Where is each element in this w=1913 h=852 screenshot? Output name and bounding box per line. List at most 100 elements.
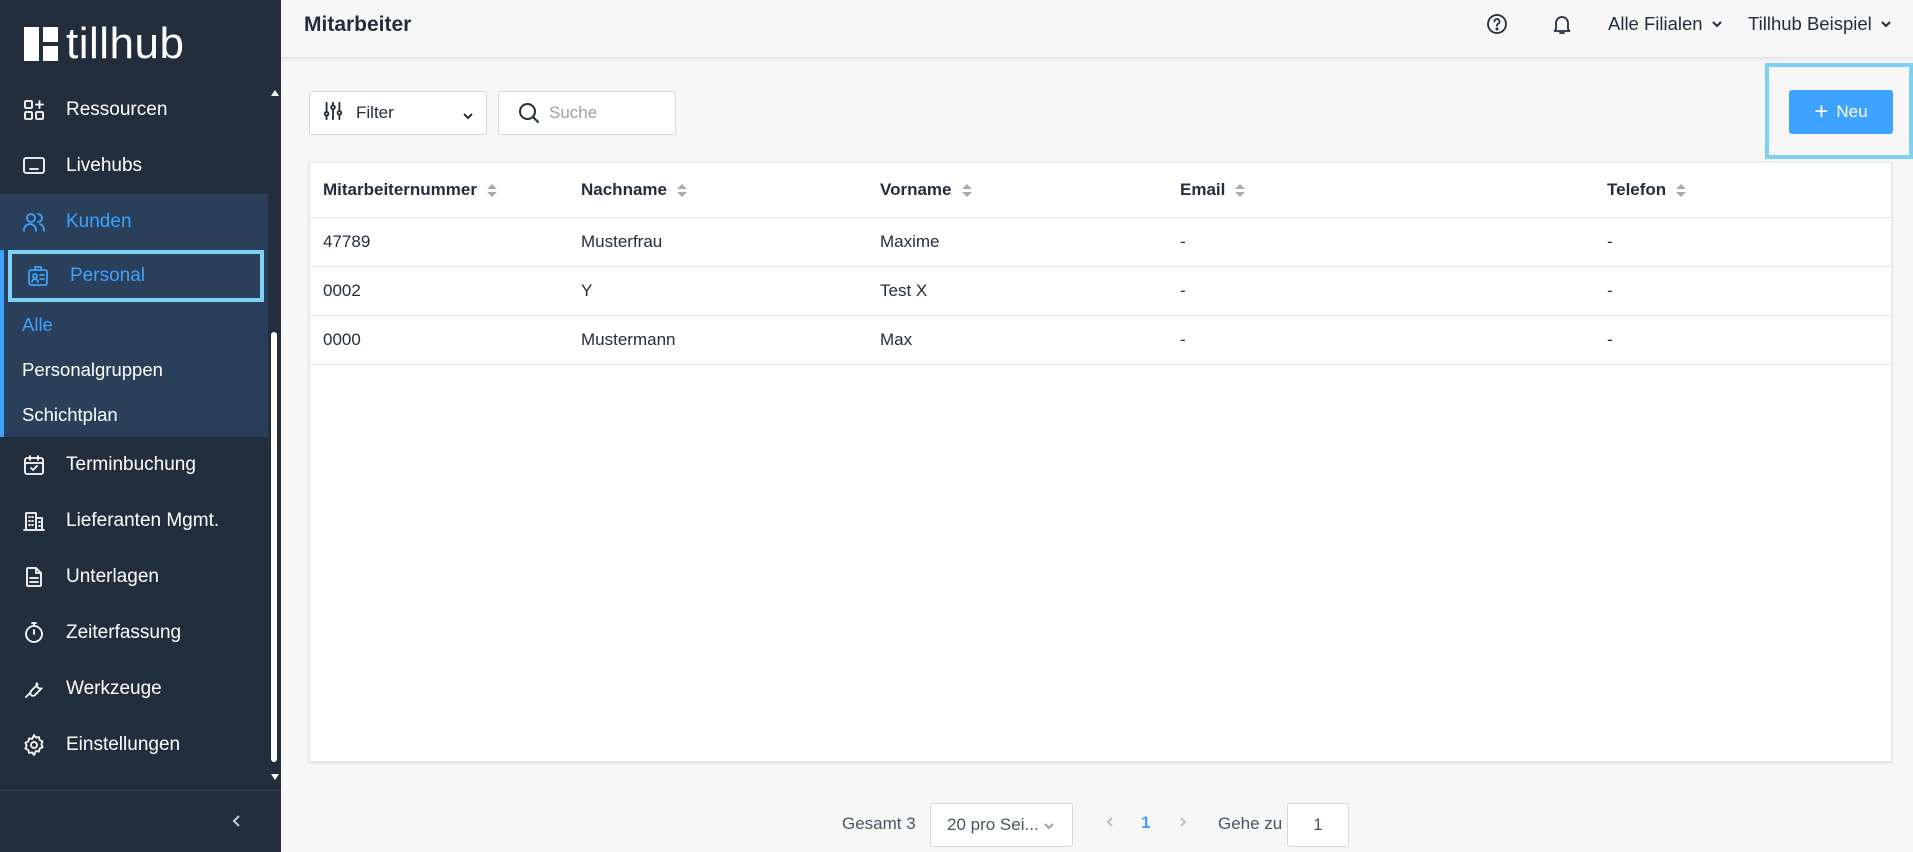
page-size-select[interactable]: 20 pro Sei... (930, 803, 1073, 847)
table-row[interactable]: 0000 Mustermann Max - - (310, 316, 1891, 365)
stopwatch-icon (22, 621, 46, 645)
sidebar-item-label: Werkzeuge (66, 678, 162, 699)
search-field[interactable] (498, 91, 676, 135)
account-selector[interactable]: Tillhub Beispiel (1748, 13, 1892, 35)
sort-icon (961, 183, 972, 197)
sidebar-item-einstellungen[interactable]: Einstellungen (0, 717, 268, 773)
chevron-left-icon (1106, 817, 1113, 827)
sidebar-item-label: Unterlagen (66, 566, 159, 587)
sidebar-item-ressourcen[interactable]: Ressourcen (0, 82, 268, 138)
sidebar-item-zeiterfassung[interactable]: Zeiterfassung (0, 605, 268, 661)
new-employee-button[interactable]: + Neu (1789, 90, 1893, 134)
logo-wordmark: tillhub (66, 19, 185, 68)
sidebar-item-livehubs[interactable]: Livehubs (0, 138, 268, 194)
column-header-email[interactable]: Email (1180, 180, 1246, 200)
sidebar-item-lieferanten[interactable]: Lieferanten Mgmt. (0, 493, 268, 549)
logo-mark-icon (24, 27, 58, 61)
cell-vorname: Max (880, 330, 913, 349)
calendar-check-icon (22, 453, 46, 477)
sidebar-item-label: Ressourcen (66, 99, 168, 120)
top-header: Mitarbeiter Alle Filialen Tillhub Beispi… (281, 0, 1913, 58)
next-page-button[interactable] (1175, 812, 1191, 832)
cell-mitarbeiternummer: 0000 (323, 330, 361, 349)
sort-icon (1676, 183, 1687, 197)
sidebar-item-label: Zeiterfassung (66, 622, 182, 643)
monitor-icon (22, 154, 46, 178)
help-icon[interactable] (1485, 12, 1509, 36)
cell-mitarbeiternummer: 0002 (323, 281, 361, 300)
cell-email: - (1180, 281, 1186, 300)
sidebar-nav: Ressourcen Livehubs Kunden Personal Alle… (0, 82, 268, 773)
sidebar-item-label: Lieferanten Mgmt. (66, 510, 220, 531)
tillhub-logo[interactable]: tillhub (24, 22, 184, 66)
sidebar-item-werkzeuge[interactable]: Werkzeuge (0, 661, 268, 717)
chevron-down-icon (462, 107, 474, 127)
goto-page-input[interactable] (1287, 803, 1349, 847)
page-title: Mitarbeiter (304, 13, 412, 36)
chevron-down-icon (1044, 823, 1054, 830)
table-header: Mitarbeiternummer Nachname Vorname Email… (310, 163, 1891, 218)
account-selector-label: Tillhub Beispiel (1748, 13, 1872, 34)
column-header-telefon[interactable]: Telefon (1607, 180, 1687, 200)
column-header-mitarbeiternummer[interactable]: Mitarbeiternummer (323, 180, 497, 200)
sidebar-item-terminbuchung[interactable]: Terminbuchung (0, 437, 268, 493)
new-button-label: Neu (1836, 102, 1868, 121)
sidebar-item-label: Livehubs (66, 155, 143, 176)
search-input[interactable] (549, 103, 669, 123)
scroll-up-icon[interactable] (271, 90, 279, 96)
cell-vorname: Test X (880, 281, 928, 300)
column-header-vorname[interactable]: Vorname (880, 180, 972, 200)
employees-table: Mitarbeiternummer Nachname Vorname Email… (309, 162, 1892, 762)
sort-icon (676, 183, 687, 197)
sidebar-item-label: Kunden (66, 211, 132, 232)
cell-email: - (1180, 232, 1186, 251)
chevron-down-icon (1711, 21, 1722, 28)
sort-icon (486, 183, 497, 197)
sidebar-item-personal[interactable]: Personal (8, 250, 264, 302)
chevron-down-icon (1881, 21, 1891, 28)
filter-dropdown[interactable]: Filter (309, 91, 487, 135)
filter-sliders-icon (322, 100, 344, 127)
sidebar-item-label: Personal (70, 265, 145, 286)
pagination: Gesamt 3 20 pro Sei... 1 Gehe zu (281, 790, 1913, 852)
column-header-label: Mitarbeiternummer (323, 180, 477, 199)
sidebar-item-unterlagen[interactable]: Unterlagen (0, 549, 268, 605)
scroll-down-icon[interactable] (271, 774, 279, 780)
column-header-label: Email (1180, 180, 1226, 199)
bell-icon[interactable] (1550, 12, 1574, 36)
filter-label: Filter (356, 103, 394, 122)
chevron-left-icon (232, 815, 240, 827)
sidebar-item-kunden[interactable]: Kunden (0, 194, 268, 250)
users-icon (22, 210, 46, 234)
sidebar-scrollbar[interactable] (270, 90, 279, 780)
staff-badge-icon (26, 264, 50, 288)
sidebar-subitem-alle[interactable]: Alle (4, 302, 268, 347)
page-size-value: 20 pro Sei... (947, 815, 1039, 834)
cell-nachname: Musterfrau (581, 232, 663, 251)
search-icon (519, 103, 539, 123)
cell-nachname: Mustermann (581, 330, 676, 349)
current-page[interactable]: 1 (1141, 813, 1150, 833)
sidebar-item-label: Einstellungen (66, 734, 181, 755)
scroll-thumb[interactable] (271, 332, 277, 762)
sort-icon (1235, 183, 1246, 197)
sidebar-footer (0, 790, 281, 852)
sidebar: tillhub Ressourcen Livehubs Kunden Perso… (0, 0, 281, 852)
plus-icon: + (1814, 98, 1829, 125)
sidebar-subitem-personalgruppen[interactable]: Personalgruppen (4, 347, 268, 392)
previous-page-button[interactable] (1102, 812, 1118, 832)
goto-label: Gehe zu (1218, 814, 1283, 833)
cell-vorname: Maxime (880, 232, 940, 251)
building-icon (22, 509, 46, 533)
column-header-nachname[interactable]: Nachname (581, 180, 687, 200)
cell-nachname: Y (581, 281, 593, 300)
column-header-label: Telefon (1607, 180, 1667, 199)
branch-selector[interactable]: Alle Filialen (1608, 13, 1723, 35)
cell-email: - (1180, 330, 1186, 349)
table-row[interactable]: 0002 Y Test X - - (310, 267, 1891, 316)
collapse-sidebar-button[interactable] (227, 811, 247, 831)
table-row[interactable]: 47789 Musterfrau Maxime - - (310, 218, 1891, 267)
sidebar-item-label: Terminbuchung (66, 454, 196, 475)
column-header-label: Nachname (581, 180, 667, 199)
sidebar-subitem-schichtplan[interactable]: Schichtplan (4, 392, 268, 437)
